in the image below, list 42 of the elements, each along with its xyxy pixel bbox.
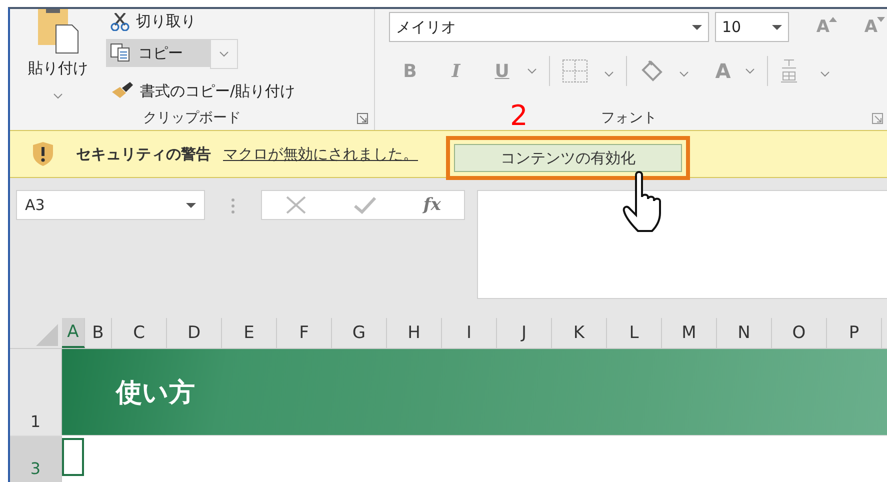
caret-icon[interactable]: [604, 70, 614, 76]
group-label: クリップボード: [143, 109, 241, 128]
copy-pages-icon: [110, 43, 132, 63]
caret-icon[interactable]: [820, 70, 830, 76]
cancel-icon[interactable]: [285, 196, 308, 214]
dialog-launcher-icon[interactable]: [357, 113, 368, 124]
checkmark-icon[interactable]: [353, 196, 378, 214]
caret-icon[interactable]: [679, 70, 689, 76]
row-header[interactable]: 1: [10, 349, 62, 435]
dropdown-arrow-icon[interactable]: [772, 24, 782, 30]
caret-icon[interactable]: [219, 51, 229, 57]
format-painter-command[interactable]: 書式のコピー/貼り付け: [106, 77, 300, 105]
grip-icon: [231, 198, 235, 214]
paste-label[interactable]: 貼り付け: [28, 59, 88, 78]
copy-command[interactable]: コピー: [106, 39, 210, 67]
paste-caret-icon[interactable]: [53, 93, 63, 99]
scissors-icon: [110, 13, 130, 31]
dialog-launcher-icon[interactable]: [872, 113, 883, 124]
paintbrush-icon: [110, 82, 134, 100]
borders-icon[interactable]: [562, 59, 588, 83]
security-warning-title: セキュリティの警告: [76, 144, 211, 164]
up-caret-icon: [829, 17, 837, 22]
dropdown-arrow-icon[interactable]: [186, 202, 196, 208]
formula-input[interactable]: [477, 190, 887, 299]
down-caret-icon: [877, 17, 885, 22]
enable-content-button[interactable]: コンテンツの有効化: [454, 144, 682, 172]
font-name-field[interactable]: メイリオ: [389, 12, 709, 42]
column-header[interactable]: A: [62, 318, 85, 348]
group-label: フォント: [601, 109, 657, 128]
warning-shield-icon: [32, 142, 54, 166]
dropdown-arrow-icon[interactable]: [692, 24, 702, 30]
name-box[interactable]: A3: [16, 190, 205, 220]
caret-icon[interactable]: [527, 68, 537, 74]
caret-icon[interactable]: [745, 68, 755, 74]
step-number: 2: [510, 99, 528, 132]
title-banner: 使い方: [62, 349, 887, 435]
cut-command[interactable]: 切り取り: [106, 9, 300, 31]
phonetic-guide-icon[interactable]: [780, 58, 798, 84]
insert-function-button[interactable]: fx: [423, 195, 441, 215]
selected-cell[interactable]: [62, 438, 84, 476]
row-header[interactable]: 3: [10, 436, 62, 482]
font-size-field[interactable]: 10: [715, 12, 789, 42]
